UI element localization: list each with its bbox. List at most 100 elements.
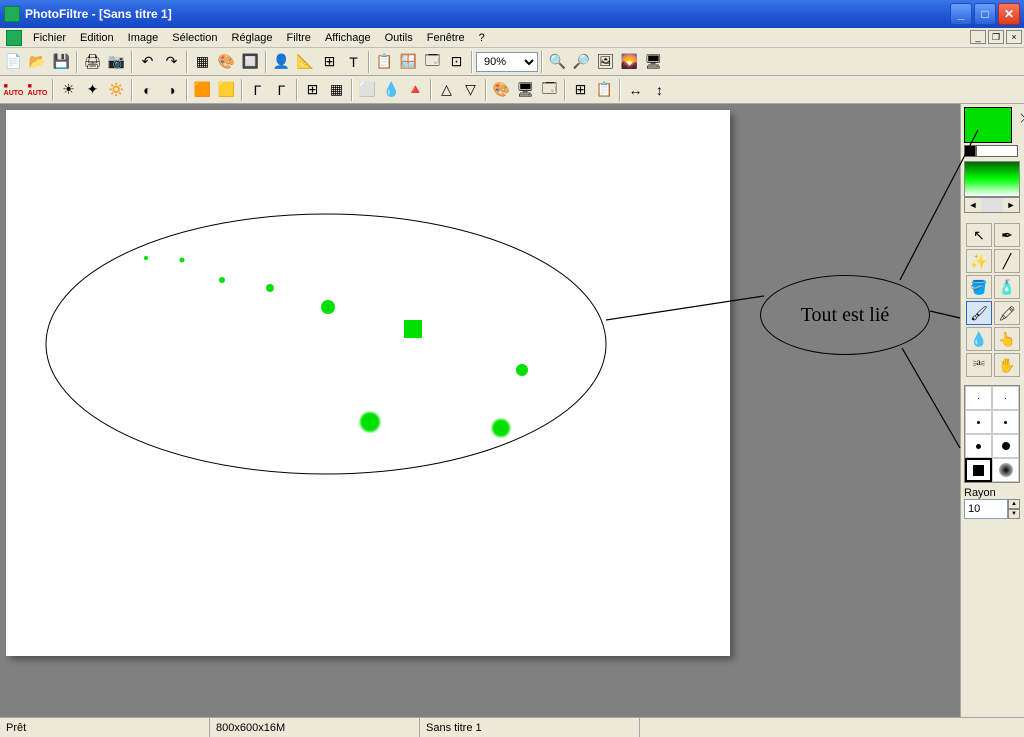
menubar-app-icon: [6, 30, 22, 46]
brush-3px-square[interactable]: [992, 410, 1019, 434]
menu-fichier[interactable]: Fichier: [26, 30, 73, 46]
toolbar-button[interactable]: 🔲: [239, 50, 262, 73]
toolbar-button[interactable]: ⊡: [445, 50, 468, 73]
gradient-scroll-right[interactable]: ►: [1003, 198, 1019, 212]
toolbar-button[interactable]: ◑: [160, 78, 183, 101]
brush-blur-large[interactable]: [992, 458, 1019, 482]
minimize-button[interactable]: _: [950, 3, 972, 25]
toolbar-button[interactable]: ☀: [57, 78, 80, 101]
toolbar-button[interactable]: ↕: [648, 78, 671, 101]
menu-?[interactable]: ?: [472, 30, 492, 46]
toolbar-button[interactable]: 📋: [373, 50, 396, 73]
blur-tool[interactable]: 💧: [966, 327, 992, 351]
fill-tool[interactable]: 🪣: [966, 275, 992, 299]
toolbar-button[interactable]: ⊞: [569, 78, 592, 101]
toolbar-button[interactable]: ↶: [136, 50, 159, 73]
menu-fenêtre[interactable]: Fenêtre: [420, 30, 472, 46]
toolbar-button[interactable]: 🔺: [404, 78, 427, 101]
toolbar-button[interactable]: 🟨: [215, 78, 238, 101]
toolbar-button[interactable]: 👤: [270, 50, 293, 73]
swap-colors-icon[interactable]: ⤭: [1020, 111, 1024, 126]
menu-affichage[interactable]: Affichage: [318, 30, 378, 46]
advanced-brush-tool[interactable]: 🖍: [994, 301, 1020, 325]
toolbar-button[interactable]: 📷: [105, 50, 128, 73]
toolbar-button[interactable]: 📄: [2, 50, 25, 73]
foreground-color[interactable]: [964, 107, 1012, 143]
close-button[interactable]: ✕: [998, 3, 1020, 25]
spray-tool[interactable]: 🧴: [994, 275, 1020, 299]
brush-8px-round[interactable]: [992, 434, 1019, 458]
toolbar-button[interactable]: 📐: [294, 50, 317, 73]
eyedropper-tool[interactable]: ✒: [994, 223, 1020, 247]
toolbar-button[interactable]: T: [342, 50, 365, 73]
menu-outils[interactable]: Outils: [378, 30, 420, 46]
toolbar-button[interactable]: 💧: [380, 78, 403, 101]
line-tool[interactable]: ╱: [994, 249, 1020, 273]
hand-tool[interactable]: ✋: [994, 353, 1020, 377]
default-colors[interactable]: [964, 145, 1021, 157]
brush-tool[interactable]: 🖌: [966, 301, 992, 325]
mdi-close-button[interactable]: ×: [1006, 30, 1022, 44]
zoom-select[interactable]: 90%: [476, 52, 538, 72]
brush-1px-round[interactable]: [965, 386, 992, 410]
brush-3px-round[interactable]: [965, 410, 992, 434]
toolbar-button[interactable]: ⬜: [356, 78, 379, 101]
brush-square-large[interactable]: [965, 458, 992, 482]
menu-filtre[interactable]: Filtre: [279, 30, 317, 46]
toolbar-button[interactable]: 📋: [593, 78, 616, 101]
color-gradient[interactable]: [964, 161, 1020, 197]
toolbar-button[interactable]: 🗔: [538, 78, 561, 101]
gradient-scroll-left[interactable]: ◄: [965, 198, 981, 212]
brush-1px-square[interactable]: [992, 386, 1019, 410]
wand-tool[interactable]: ✨: [966, 249, 992, 273]
mdi-restore-button[interactable]: ❐: [988, 30, 1004, 44]
toolbar-button[interactable]: 🎨: [490, 78, 513, 101]
toolbar-button[interactable]: 🖥: [642, 50, 665, 73]
toolbar-button[interactable]: ▦: [325, 78, 348, 101]
smudge-tool[interactable]: 👆: [994, 327, 1020, 351]
radius-input[interactable]: [964, 499, 1008, 519]
menu-image[interactable]: Image: [121, 30, 166, 46]
toolbar-button[interactable]: 💾: [50, 50, 73, 73]
black-swatch: [964, 145, 976, 157]
radius-spin-up[interactable]: ▲: [1008, 499, 1020, 509]
toolbar-button[interactable]: 🪟: [397, 50, 420, 73]
toolbar-button[interactable]: 🟧: [191, 78, 214, 101]
toolbar-button[interactable]: 🔎: [570, 50, 593, 73]
maximize-button[interactable]: □: [974, 3, 996, 25]
toolbar-button[interactable]: ▽: [459, 78, 482, 101]
toolbar-button[interactable]: ⊞: [301, 78, 324, 101]
toolbar-button[interactable]: ■AUTO: [2, 78, 25, 101]
menu-réglage[interactable]: Réglage: [225, 30, 280, 46]
brush-5px-round[interactable]: [965, 434, 992, 458]
toolbar-button[interactable]: ▦: [191, 50, 214, 73]
pointer-tool[interactable]: ↖: [966, 223, 992, 247]
toolbar-button[interactable]: Γ: [270, 78, 293, 101]
toolbar-button[interactable]: 🗔: [421, 50, 444, 73]
toolbar-button[interactable]: ↔: [624, 78, 647, 101]
radius-spin-down[interactable]: ▼: [1008, 509, 1020, 519]
toolbar-button[interactable]: ◐: [136, 78, 159, 101]
toolbar-button[interactable]: △: [435, 78, 458, 101]
toolbar-button[interactable]: 📂: [26, 50, 49, 73]
toolbar-button[interactable]: 🎨: [215, 50, 238, 73]
toolbar-button[interactable]: 🌄: [618, 50, 641, 73]
gradient-scroll-track[interactable]: [981, 198, 1003, 212]
toolbar-button[interactable]: 🖥: [514, 78, 537, 101]
toolbar-button[interactable]: ✦: [81, 78, 104, 101]
mdi-minimize-button[interactable]: _: [970, 30, 986, 44]
toolbar-button[interactable]: Γ: [246, 78, 269, 101]
toolbar-button[interactable]: 🔅: [105, 78, 128, 101]
gradient-scroll[interactable]: ◄ ►: [964, 197, 1020, 213]
workspace: [0, 104, 960, 717]
toolbar-button[interactable]: 🖨: [81, 50, 104, 73]
toolbar-button[interactable]: ↷: [160, 50, 183, 73]
toolbar-button[interactable]: 🔍: [546, 50, 569, 73]
canvas[interactable]: [6, 110, 730, 656]
menu-edition[interactable]: Edition: [73, 30, 121, 46]
clone-tool[interactable]: ⎃: [966, 353, 992, 377]
menu-sélection[interactable]: Sélection: [165, 30, 224, 46]
toolbar-button[interactable]: ■AUTO: [26, 78, 49, 101]
toolbar-button[interactable]: ⊞: [318, 50, 341, 73]
toolbar-button[interactable]: 🖼: [594, 50, 617, 73]
